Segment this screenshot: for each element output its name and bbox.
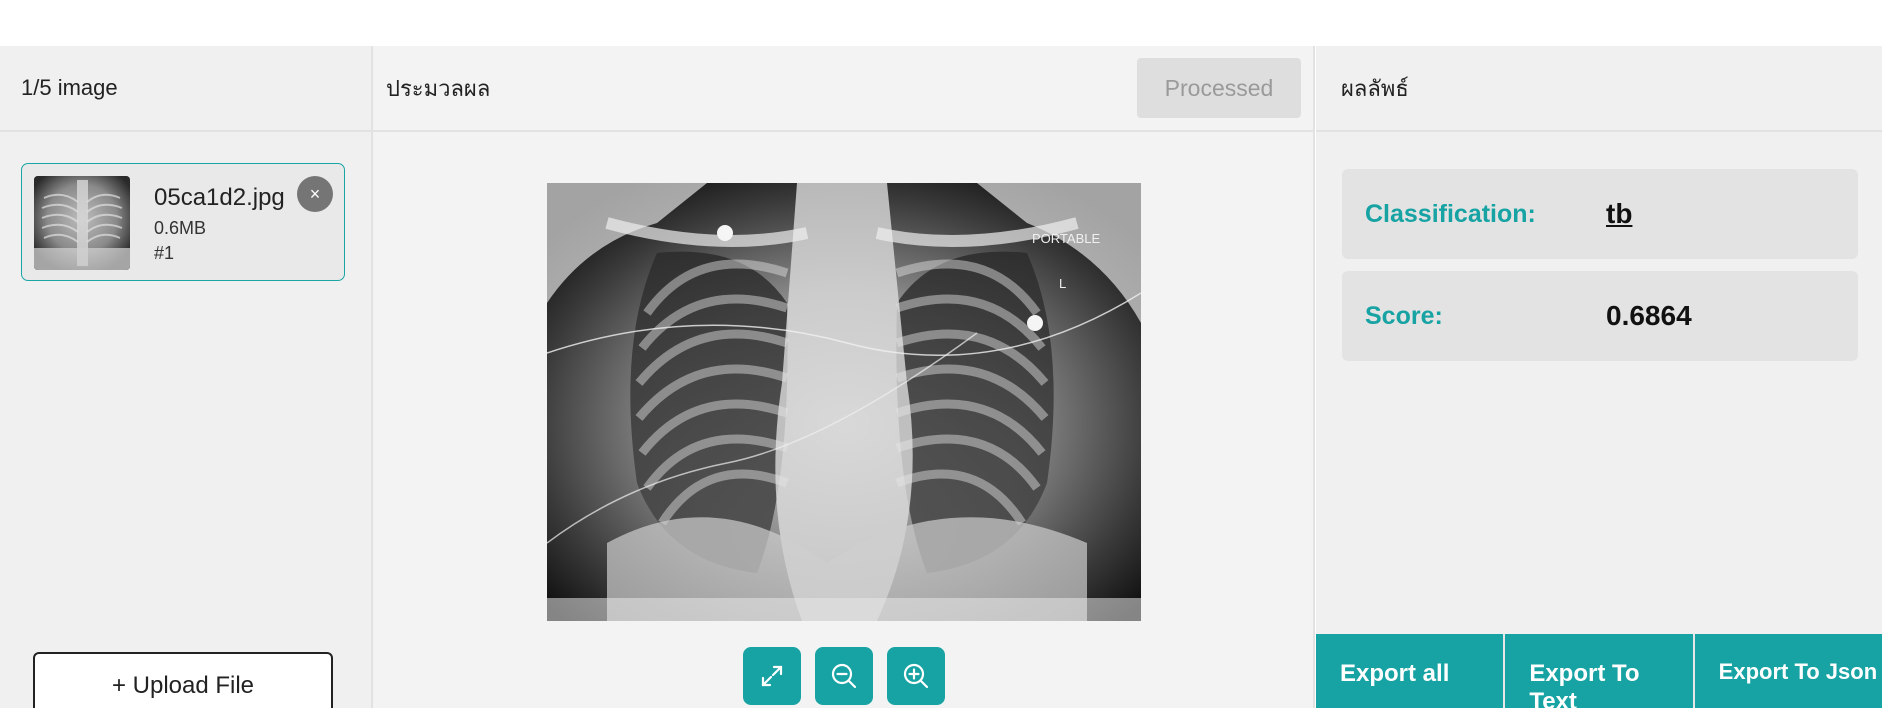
- zoom-in-button[interactable]: [887, 647, 945, 705]
- classification-label: Classification:: [1365, 199, 1536, 228]
- processing-header: ประมวลผล Processed: [373, 46, 1313, 132]
- export-json-button[interactable]: Export To Json: [1695, 634, 1882, 708]
- export-text-button[interactable]: Export To Text: [1505, 634, 1695, 708]
- result-header: ผลลัพธ์: [1316, 46, 1882, 132]
- classification-row: Classification: tb: [1342, 169, 1858, 259]
- panel-divider: [1313, 46, 1315, 708]
- zoom-out-icon: [831, 663, 857, 689]
- result-title: ผลลัพธ์: [1341, 75, 1409, 101]
- image-list-panel: 1/5 image: [0, 46, 371, 708]
- xray-side-marker: L: [1059, 276, 1066, 291]
- zoom-out-button[interactable]: [815, 647, 873, 705]
- xray-portable-text: PORTABLE: [1032, 231, 1100, 246]
- classification-value[interactable]: tb: [1606, 198, 1632, 230]
- xray-image[interactable]: PORTABLE L: [547, 183, 1141, 621]
- export-all-button[interactable]: Export all: [1316, 634, 1506, 708]
- close-icon: ×: [309, 184, 321, 204]
- file-thumbnail: [34, 176, 130, 270]
- upload-file-button[interactable]: + Upload File: [33, 652, 333, 708]
- processing-title: ประมวลผล: [386, 75, 491, 101]
- file-index: #1: [154, 243, 175, 263]
- app-page: 1/5 image 05ca1d2.jpg 0.6MB #1 × + Uploa…: [0, 0, 1891, 708]
- score-row: Score: 0.6864: [1342, 271, 1858, 361]
- file-card[interactable]: 05ca1d2.jpg 0.6MB #1 ×: [21, 163, 345, 281]
- file-name: 05ca1d2.jpg: [154, 184, 285, 211]
- file-size: 0.6MB: [154, 218, 207, 238]
- expand-button[interactable]: [743, 647, 801, 705]
- export-toolbar: Export all Export To Text Export To Json: [1316, 634, 1882, 708]
- image-list-header: 1/5 image: [0, 46, 371, 132]
- expand-icon: [761, 665, 783, 687]
- zoom-in-icon: [903, 663, 929, 689]
- processed-button[interactable]: Processed: [1137, 58, 1301, 118]
- image-count-title: 1/5 image: [21, 75, 118, 100]
- score-label: Score:: [1365, 301, 1443, 330]
- score-value: 0.6864: [1606, 300, 1692, 331]
- remove-file-button[interactable]: ×: [297, 176, 333, 212]
- result-panel: ผลลัพธ์: [1316, 46, 1882, 708]
